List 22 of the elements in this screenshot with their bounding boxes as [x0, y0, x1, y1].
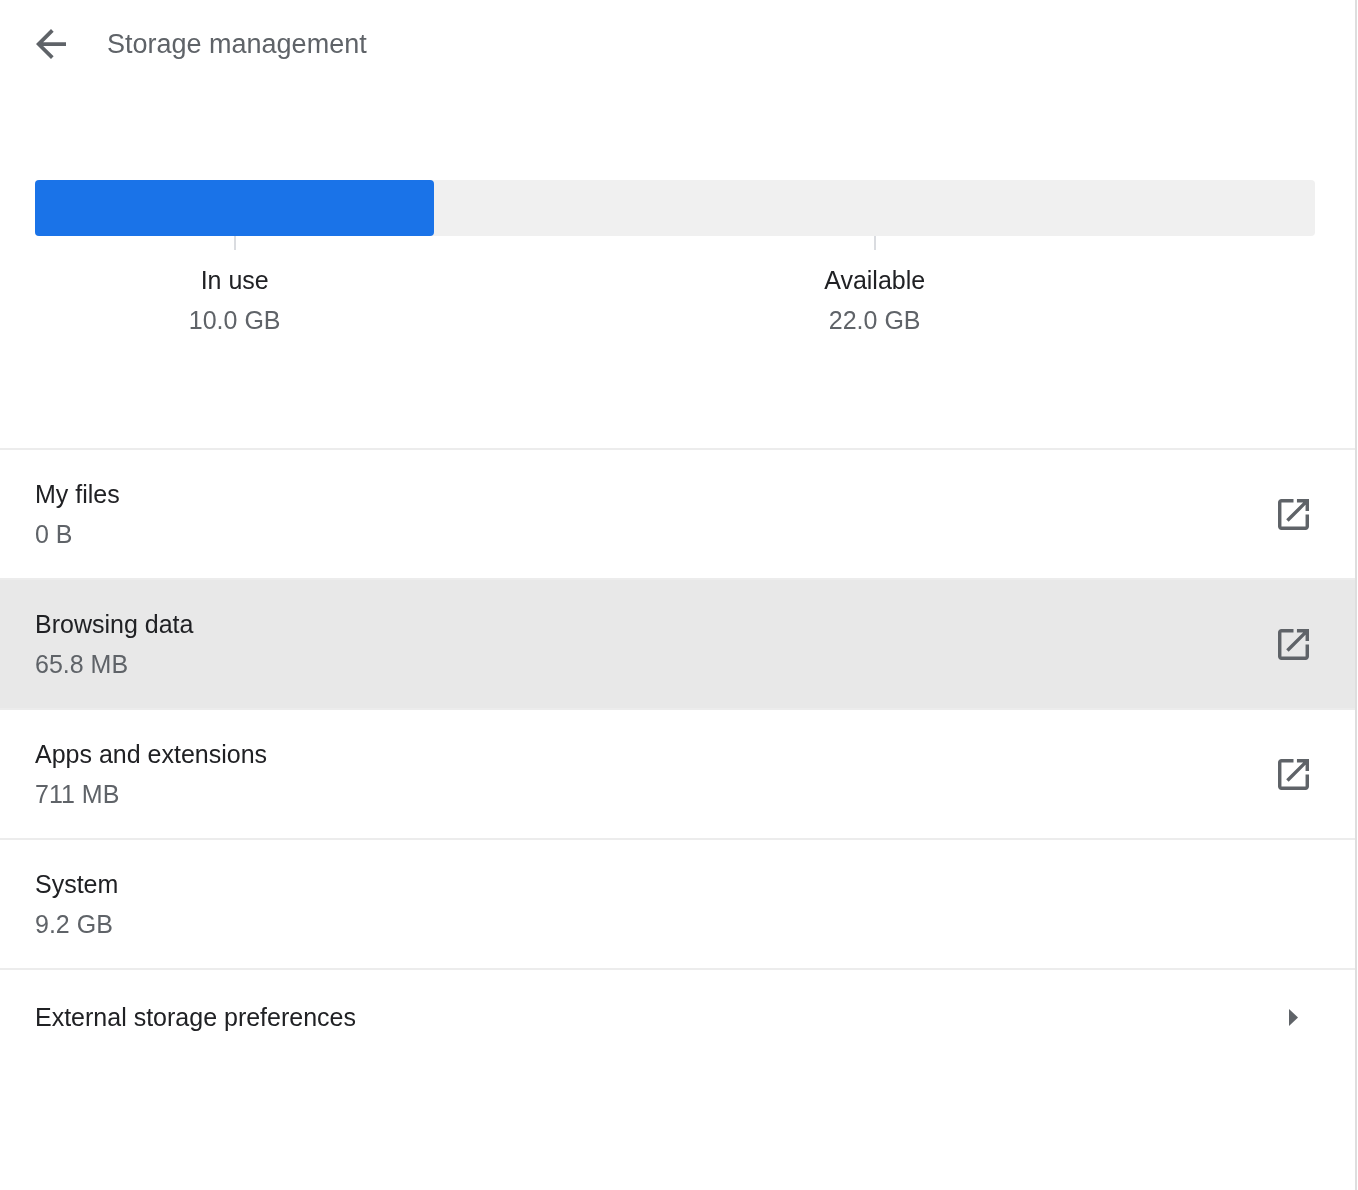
row-title: External storage preferences [35, 1002, 356, 1033]
settings-row[interactable]: Browsing data 65.8 MB [0, 578, 1355, 708]
legend-label: In use [200, 265, 269, 296]
row-value: 65.8 MB [35, 649, 129, 680]
row-title: Browsing data [35, 609, 194, 640]
back-arrow-icon[interactable] [36, 29, 66, 59]
legend-value: 22.0 GB [828, 305, 921, 336]
leader-line [233, 236, 236, 250]
legend-label: Available [824, 265, 926, 296]
row-title: Apps and extensions [35, 739, 268, 770]
row-value: 9.2 GB [35, 909, 113, 940]
page-title: Storage management [107, 28, 367, 61]
row-title: System [35, 869, 119, 900]
row-value: 711 MB [35, 779, 120, 810]
external-link-icon[interactable] [1278, 758, 1309, 790]
caret-right-icon [1289, 1008, 1298, 1026]
leader-line [873, 236, 876, 250]
external-link-icon[interactable] [1278, 628, 1309, 660]
legend-value: 10.0 GB [188, 305, 281, 336]
external-link-icon[interactable] [1278, 498, 1309, 530]
row-value: 0 B [35, 519, 73, 550]
row-title: My files [35, 479, 120, 510]
